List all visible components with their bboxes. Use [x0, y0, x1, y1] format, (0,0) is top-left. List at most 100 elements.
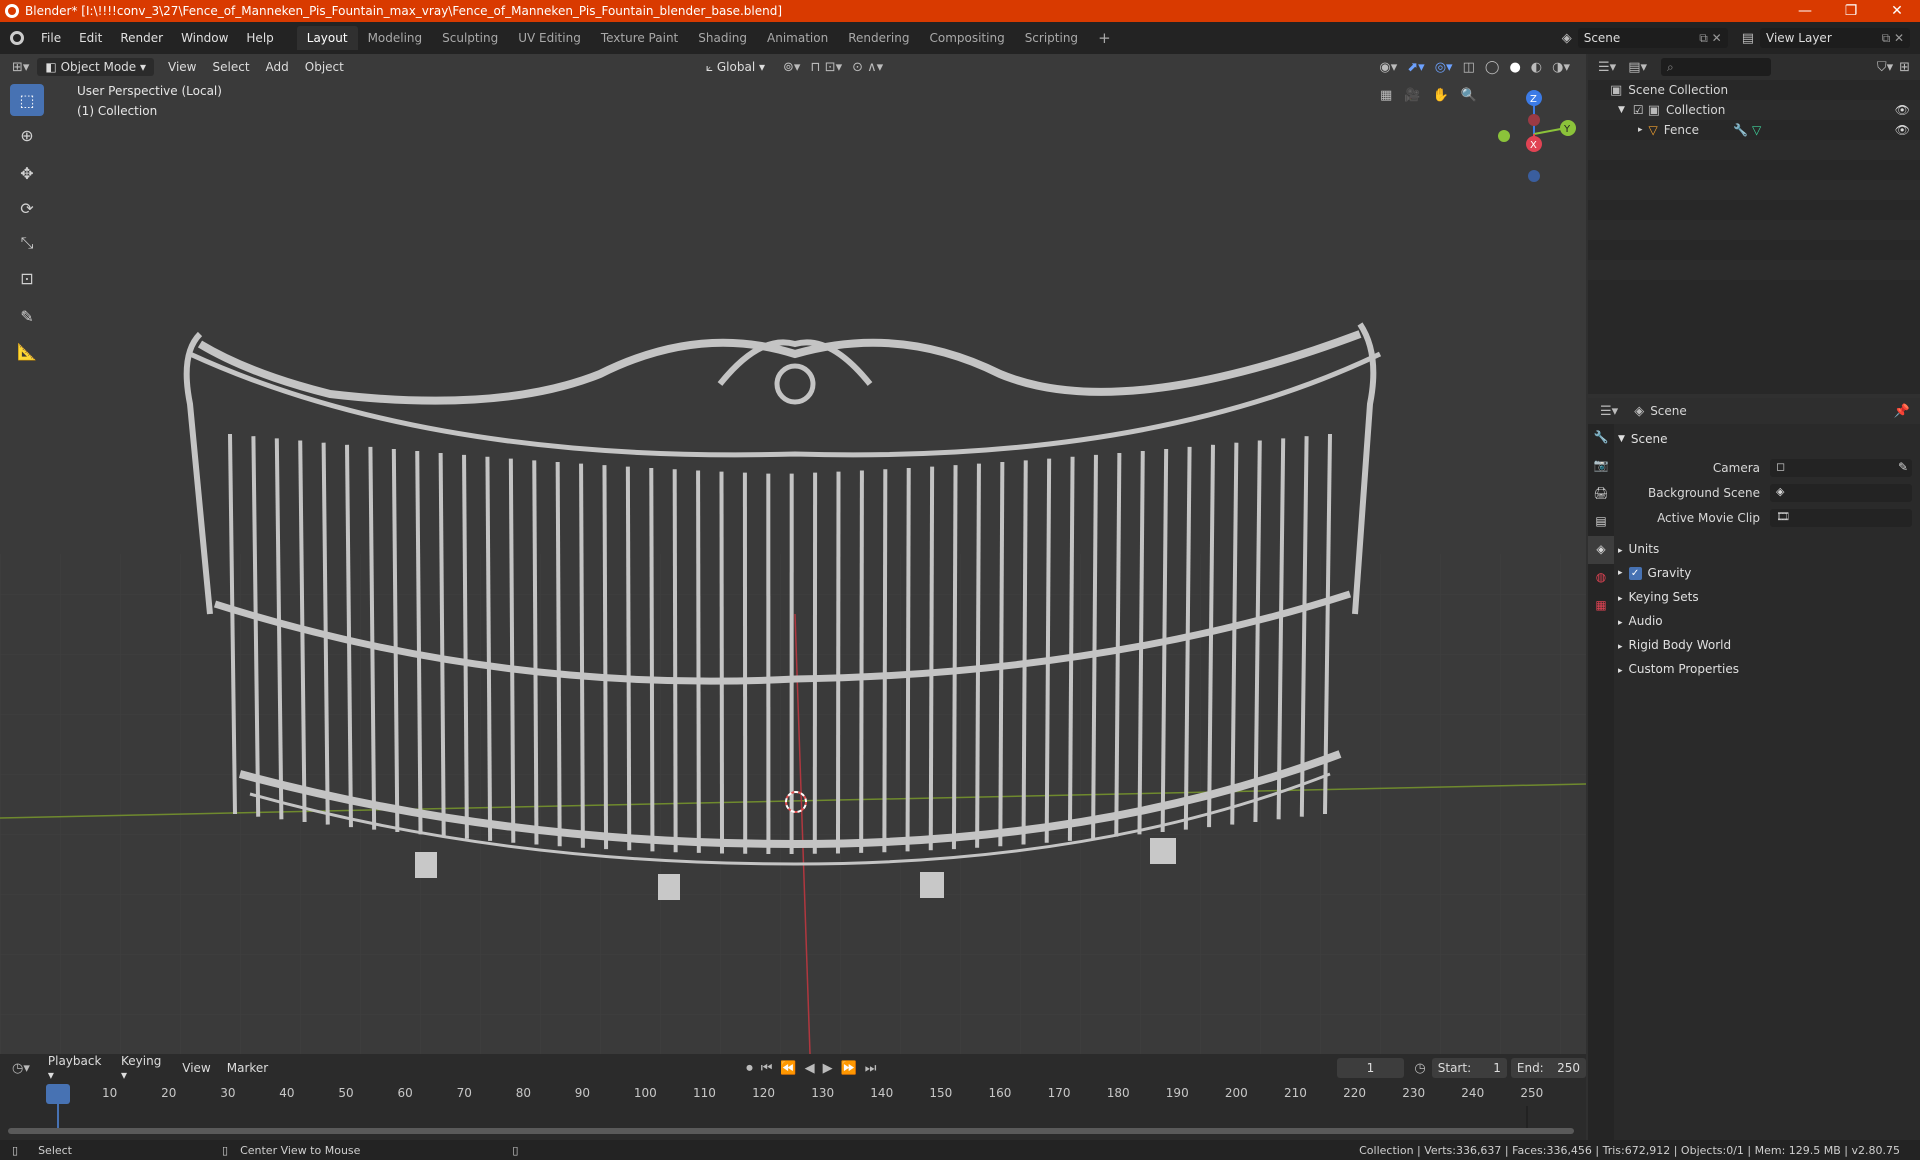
proportional-editing-icon[interactable]: ⊙ ∧▾: [852, 60, 883, 75]
panel-units[interactable]: ▸ Units: [1618, 542, 1659, 556]
end-frame-field[interactable]: End: 250: [1510, 1058, 1586, 1078]
tab-modeling[interactable]: Modeling: [358, 26, 433, 50]
timeline-menu-marker[interactable]: Marker: [219, 1059, 276, 1077]
camera-field[interactable]: ◻ ✎: [1770, 459, 1912, 477]
move-tool-icon[interactable]: ✥: [10, 157, 44, 189]
tab-scripting[interactable]: Scripting: [1015, 26, 1088, 50]
visibility-icon[interactable]: ◉▾: [1379, 60, 1397, 75]
maximize-button[interactable]: ❐: [1828, 3, 1874, 19]
new-collection-icon[interactable]: ⊞: [1899, 60, 1910, 75]
viewport-menu-select[interactable]: Select: [205, 58, 258, 76]
scene-icon[interactable]: ◈: [1562, 31, 1572, 46]
pin-icon[interactable]: 📌: [1894, 404, 1910, 419]
new-view-layer-icon[interactable]: ⧉ ✕: [1882, 31, 1904, 46]
pan-hand-icon[interactable]: ✋: [1432, 88, 1448, 103]
menu-help[interactable]: Help: [237, 31, 282, 45]
current-frame-field[interactable]: 1: [1336, 1058, 1405, 1078]
panel-keying-sets[interactable]: ▸ Keying Sets: [1618, 590, 1699, 604]
camera-view-icon[interactable]: 🎥: [1404, 88, 1420, 103]
view-layer-icon[interactable]: ▤: [1742, 31, 1754, 46]
panel-rigid-body-world[interactable]: ▸ Rigid Body World: [1618, 638, 1731, 652]
modifier-wrench-icon[interactable]: 🔧: [1733, 123, 1748, 137]
preview-range-icon[interactable]: ◷: [1414, 1061, 1425, 1076]
new-scene-icon[interactable]: ⧉ ✕: [1699, 31, 1721, 46]
orientation-gizmo[interactable]: Z Y X: [1486, 84, 1576, 194]
display-mode-icon[interactable]: ▤▾: [1628, 60, 1647, 75]
gravity-checkbox[interactable]: ✓: [1628, 566, 1642, 580]
3d-viewport[interactable]: ⊞▾ ◧ Object Mode ▾ View Select Add Objec…: [0, 54, 1586, 1054]
scene-selector[interactable]: Scene ⧉ ✕: [1577, 28, 1728, 48]
zoom-icon[interactable]: 🔍: [1461, 88, 1477, 103]
rotate-tool-icon[interactable]: ⟳: [10, 192, 44, 224]
outliner-search-input[interactable]: ⌕: [1661, 58, 1771, 76]
snap-icon[interactable]: ⊓ ⊡▾: [810, 60, 842, 75]
editor-type-icon[interactable]: ⊞▾: [12, 60, 29, 75]
rendered-shading-icon[interactable]: ◑▾: [1552, 60, 1570, 75]
eyedropper-icon[interactable]: ✎: [1898, 460, 1908, 474]
tab-uv-editing[interactable]: UV Editing: [508, 26, 591, 50]
scene-tab-icon[interactable]: ◈: [1588, 536, 1614, 564]
world-tab-icon[interactable]: ◍: [1588, 564, 1614, 592]
mesh-data-icon[interactable]: ▽: [1752, 123, 1761, 137]
playhead[interactable]: [46, 1084, 70, 1104]
close-button[interactable]: ✕: [1874, 3, 1920, 19]
tab-texture-paint[interactable]: Texture Paint: [591, 26, 688, 50]
menu-file[interactable]: File: [32, 31, 70, 45]
tab-shading[interactable]: Shading: [688, 26, 757, 50]
measure-tool-icon[interactable]: 📐: [10, 335, 44, 367]
play-icon[interactable]: ▶: [823, 1061, 833, 1076]
select-box-tool-icon[interactable]: ⬚: [10, 84, 44, 116]
outliner-row-fence[interactable]: ▸ ▽ Fence 🔧 ▽ 👁: [1588, 120, 1920, 140]
wireframe-shading-icon[interactable]: ◯: [1485, 60, 1500, 75]
menu-render[interactable]: Render: [111, 31, 172, 45]
solid-shading-icon[interactable]: ●: [1509, 60, 1520, 75]
material-shading-icon[interactable]: ◐: [1531, 60, 1542, 75]
minimize-button[interactable]: —: [1782, 3, 1828, 19]
start-frame-field[interactable]: Start: 1: [1431, 1058, 1507, 1078]
timeline-menu-view[interactable]: View: [174, 1059, 218, 1077]
mode-selector[interactable]: ◧ Object Mode ▾: [37, 58, 155, 76]
annotate-tool-icon[interactable]: ✎: [10, 300, 44, 332]
expand-icon[interactable]: ▸: [1638, 125, 1643, 135]
background-scene-field[interactable]: ◈: [1770, 484, 1912, 502]
tab-rendering[interactable]: Rendering: [838, 26, 919, 50]
frame-ruler[interactable]: 1102030405060708090100110120130140150160…: [0, 1082, 1586, 1106]
timeline-scrollbar[interactable]: [8, 1128, 1574, 1134]
tab-compositing[interactable]: Compositing: [919, 26, 1014, 50]
jump-start-icon[interactable]: ⏮: [761, 1061, 773, 1076]
menu-edit[interactable]: Edit: [70, 31, 111, 45]
viewport-menu-add[interactable]: Add: [258, 58, 297, 76]
expand-icon[interactable]: ▼: [1618, 105, 1625, 115]
collection-checkbox[interactable]: ☑: [1633, 103, 1644, 117]
tab-layout[interactable]: Layout: [296, 26, 358, 50]
pivot-point-icon[interactable]: ⊚▾: [783, 60, 800, 75]
grid-view-icon[interactable]: ▦: [1380, 88, 1392, 103]
viewport-menu-object[interactable]: Object: [297, 58, 352, 76]
cursor-tool-icon[interactable]: ⊕: [10, 119, 44, 151]
transform-orientation-dropdown[interactable]: ⟀ Global ▾: [698, 58, 773, 77]
blender-menu-icon[interactable]: [10, 31, 24, 45]
menu-window[interactable]: Window: [172, 31, 237, 45]
scene-section-header[interactable]: ▼ Scene: [1618, 432, 1914, 446]
xray-toggle-icon[interactable]: ◫: [1463, 60, 1475, 75]
tab-sculpting[interactable]: Sculpting: [432, 26, 508, 50]
eye-icon[interactable]: 👁: [1895, 123, 1910, 137]
timeline-menu-playback[interactable]: Playback ▾: [40, 1052, 113, 1084]
scale-tool-icon[interactable]: ⤡: [10, 227, 44, 259]
add-workspace-button[interactable]: +: [1088, 24, 1121, 52]
viewport-menu-view[interactable]: View: [160, 58, 204, 76]
outliner-editor-icon[interactable]: ☰▾: [1598, 60, 1616, 75]
tool-tab-icon[interactable]: 🔧: [1588, 424, 1614, 452]
timeline-editor-icon[interactable]: ◷▾: [12, 1061, 30, 1076]
transform-tool-icon[interactable]: ⊡: [10, 262, 44, 294]
prev-keyframe-icon[interactable]: ⏪: [780, 1061, 796, 1076]
properties-editor-icon[interactable]: ☰▾: [1600, 404, 1618, 419]
next-keyframe-icon[interactable]: ⏩: [841, 1061, 857, 1076]
outliner-row-collection[interactable]: ▼ ☑ ▣ Collection 👁: [1588, 100, 1920, 120]
play-reverse-icon[interactable]: ◀: [805, 1061, 815, 1076]
eye-icon[interactable]: 👁: [1895, 103, 1910, 117]
panel-custom-properties[interactable]: ▸ Custom Properties: [1618, 662, 1739, 676]
tab-animation[interactable]: Animation: [757, 26, 838, 50]
timeline-menu-keying[interactable]: Keying ▾: [113, 1052, 174, 1084]
record-icon[interactable]: ⏺: [746, 1061, 753, 1076]
